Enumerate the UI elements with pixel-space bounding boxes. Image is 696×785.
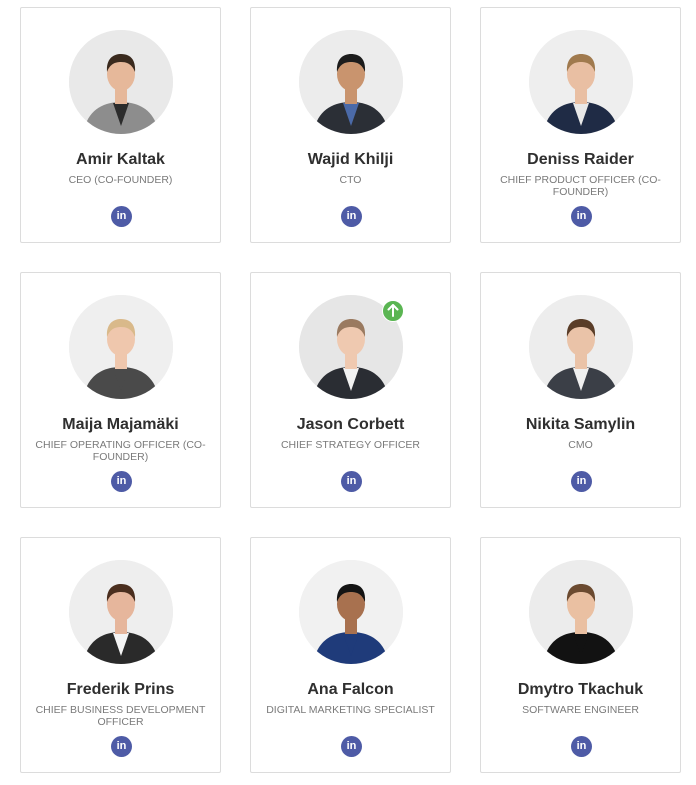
avatar xyxy=(69,30,173,134)
linkedin-icon[interactable]: in xyxy=(111,736,132,757)
member-name: Dmytro Tkachuk xyxy=(517,681,644,698)
team-grid: Amir Kaltak CEO (CO-FOUNDER) in Wajid Kh… xyxy=(0,0,696,785)
portrait-photo xyxy=(69,295,173,399)
member-role: CHIEF PRODUCT OFFICER (CO-FOUNDER) xyxy=(500,174,661,198)
portrait-photo xyxy=(529,560,633,664)
member-name: Jason Corbett xyxy=(296,416,405,433)
arrow-up-icon[interactable] xyxy=(382,300,404,322)
member-name: Nikita Samylin xyxy=(525,416,636,433)
member-role: CEO (CO-FOUNDER) xyxy=(68,174,173,186)
member-name: Amir Kaltak xyxy=(76,151,165,168)
team-card-nikita-samylin: Nikita Samylin CMO in xyxy=(480,272,681,508)
avatar xyxy=(69,560,173,664)
linkedin-icon[interactable]: in xyxy=(341,471,362,492)
member-role: CHIEF STRATEGY OFFICER xyxy=(280,439,421,451)
portrait-photo xyxy=(299,30,403,134)
member-name: Frederik Prins xyxy=(66,681,175,698)
member-role: CMO xyxy=(568,439,593,451)
member-role: SOFTWARE ENGINEER xyxy=(522,704,639,716)
portrait-photo xyxy=(69,30,173,134)
avatar xyxy=(69,295,173,399)
linkedin-icon[interactable]: in xyxy=(341,206,362,227)
team-card-maija-majamaki: Maija Majamäki CHIEF OPERATING OFFICER (… xyxy=(20,272,221,508)
team-card-amir-kaltak: Amir Kaltak CEO (CO-FOUNDER) in xyxy=(20,7,221,243)
member-name: Ana Falcon xyxy=(307,681,394,698)
linkedin-icon[interactable]: in xyxy=(341,736,362,757)
linkedin-icon[interactable]: in xyxy=(571,471,592,492)
team-card-ana-falcon: Ana Falcon DIGITAL MARKETING SPECIALIST … xyxy=(250,537,451,773)
member-role: DIGITAL MARKETING SPECIALIST xyxy=(266,704,435,716)
portrait-photo xyxy=(529,295,633,399)
team-card-dmytro-tkachuk: Dmytro Tkachuk SOFTWARE ENGINEER in xyxy=(480,537,681,773)
portrait-photo xyxy=(529,30,633,134)
member-name: Wajid Khilji xyxy=(307,151,394,168)
team-card-jason-corbett: Jason Corbett CHIEF STRATEGY OFFICER in xyxy=(250,272,451,508)
avatar xyxy=(299,30,403,134)
portrait-photo xyxy=(69,560,173,664)
avatar xyxy=(299,560,403,664)
team-card-frederik-prins: Frederik Prins CHIEF BUSINESS DEVELOPMEN… xyxy=(20,537,221,773)
member-role: CHIEF OPERATING OFFICER (CO-FOUNDER) xyxy=(35,439,206,463)
member-name: Maija Majamäki xyxy=(62,416,179,433)
linkedin-icon[interactable]: in xyxy=(111,471,132,492)
member-role: CTO xyxy=(339,174,362,186)
member-name: Deniss Raider xyxy=(527,151,634,168)
linkedin-icon[interactable]: in xyxy=(571,736,592,757)
team-card-deniss-raider: Deniss Raider CHIEF PRODUCT OFFICER (CO-… xyxy=(480,7,681,243)
avatar xyxy=(529,30,633,134)
linkedin-icon[interactable]: in xyxy=(571,206,592,227)
member-role: CHIEF BUSINESS DEVELOPMENT OFFICER xyxy=(35,704,206,728)
portrait-photo xyxy=(299,560,403,664)
avatar xyxy=(529,295,633,399)
team-card-wajid-khilji: Wajid Khilji CTO in xyxy=(250,7,451,243)
linkedin-icon[interactable]: in xyxy=(111,206,132,227)
avatar xyxy=(529,560,633,664)
